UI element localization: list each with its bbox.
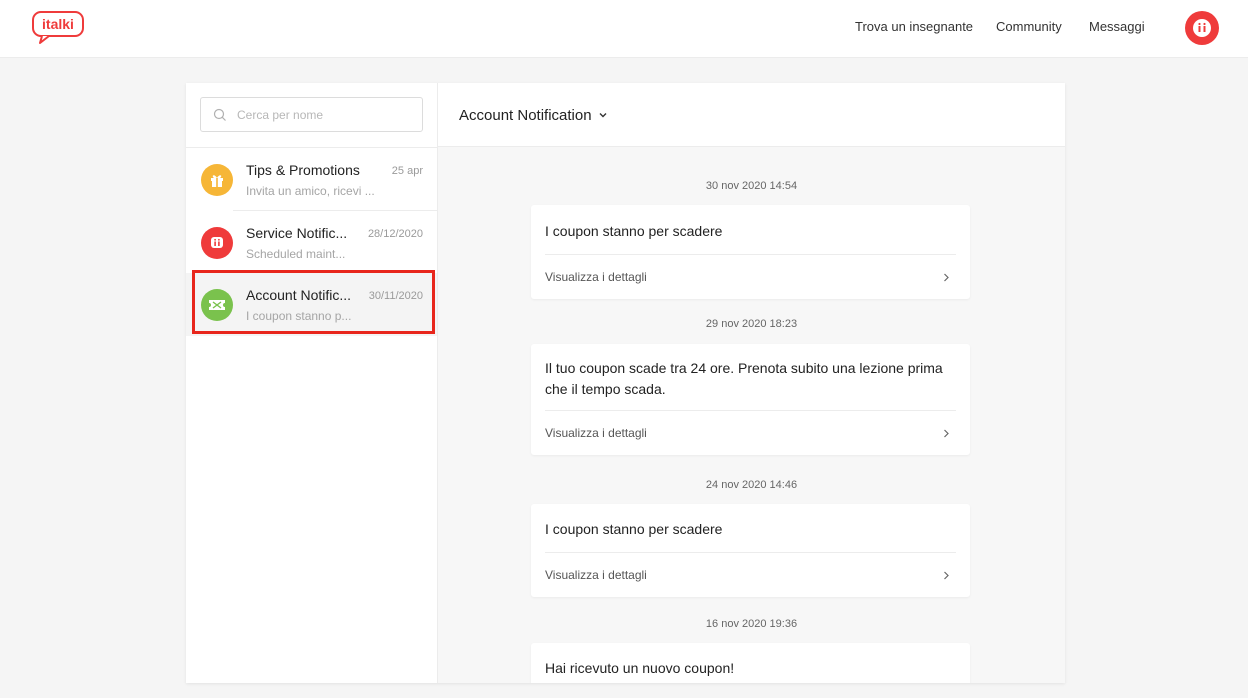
conversation-title: Account Notific... — [246, 287, 352, 303]
message-text: Il tuo coupon scade tra 24 ore. Prenota … — [545, 360, 943, 397]
chevron-down-icon[interactable] — [598, 110, 608, 120]
user-avatar[interactable] — [1185, 11, 1219, 45]
conversation-item-account-notification[interactable]: Account Notific... 30/11/2020 I coupon s… — [186, 273, 437, 336]
view-details-label: Visualizza i dettagli — [545, 426, 647, 440]
view-details-link[interactable]: Visualizza i dettagli — [531, 255, 970, 299]
message-timestamp: 30 nov 2020 14:54 — [705, 180, 798, 192]
nav-find-teacher[interactable]: Trova un insegnante — [855, 19, 973, 34]
conversation-date: 28/12/2020 — [367, 228, 423, 240]
message-timestamp: 24 nov 2020 14:46 — [705, 479, 798, 491]
conversation-heading[interactable]: Account Notification — [459, 107, 592, 124]
conversation-title: Tips & Promotions — [246, 162, 360, 178]
conversation-preview: Invita un amico, ricevi ... — [246, 184, 375, 198]
message-timestamp: 29 nov 2020 18:23 — [705, 318, 798, 330]
message-pane: Account Notification 30 nov 2020 14:54 I… — [438, 83, 1065, 683]
message-list[interactable]: 30 nov 2020 14:54 I coupon stanno per sc… — [438, 147, 1065, 683]
conversation-date: 30/11/2020 — [368, 290, 423, 302]
conversation-preview: I coupon stanno p... — [246, 309, 352, 323]
conversation-title: Service Notific... — [246, 225, 348, 241]
search-box[interactable] — [200, 97, 423, 132]
nav-community[interactable]: Community — [996, 19, 1062, 34]
message-card: I coupon stanno per scadere Visualizza i… — [531, 205, 970, 299]
chevron-right-icon — [944, 429, 949, 438]
italki-logo[interactable]: italki — [32, 11, 84, 45]
top-header: italki Trova un insegnante Community Mes… — [0, 0, 1248, 58]
message-card: I coupon stanno per scadere Visualizza i… — [531, 504, 970, 597]
search-input[interactable] — [235, 106, 419, 123]
conversation-sidebar: Tips & Promotions 25 apr Invita un amico… — [186, 83, 438, 683]
message-card: Il tuo coupon scade tra 24 ore. Prenota … — [531, 344, 970, 455]
message-card: Hai ricevuto un nuovo coupon! — [531, 643, 970, 683]
view-details-link[interactable]: Visualizza i dettagli — [531, 553, 970, 597]
messages-card: Tips & Promotions 25 apr Invita un amico… — [186, 83, 1065, 683]
conversation-preview: Scheduled maint... — [246, 247, 346, 261]
chevron-right-icon — [944, 273, 949, 282]
nav-messages[interactable]: Messaggi — [1089, 19, 1145, 34]
message-text: I coupon stanno per scadere — [545, 223, 723, 239]
gift-icon — [201, 164, 233, 196]
conversation-item-service-notification[interactable]: Service Notific... 28/12/2020 Scheduled … — [186, 211, 437, 274]
message-timestamp: 16 nov 2020 19:36 — [705, 618, 798, 630]
view-details-label: Visualizza i dettagli — [545, 568, 647, 582]
conversation-item-tips-promotions[interactable]: Tips & Promotions 25 apr Invita un amico… — [186, 148, 437, 211]
svg-text:italki: italki — [42, 16, 74, 32]
italki-icon — [201, 227, 233, 259]
italki-avatar-icon — [1193, 19, 1211, 37]
view-details-label: Visualizza i dettagli — [545, 270, 647, 284]
search-icon — [213, 108, 226, 121]
conversation-date: 25 apr — [391, 165, 423, 177]
chevron-right-icon — [944, 571, 949, 580]
view-details-link[interactable]: Visualizza i dettagli — [531, 411, 970, 455]
ticket-icon — [201, 289, 233, 321]
message-text: I coupon stanno per scadere — [545, 521, 723, 537]
message-text: Hai ricevuto un nuovo coupon! — [545, 660, 735, 676]
message-pane-header: Account Notification — [438, 83, 1065, 147]
